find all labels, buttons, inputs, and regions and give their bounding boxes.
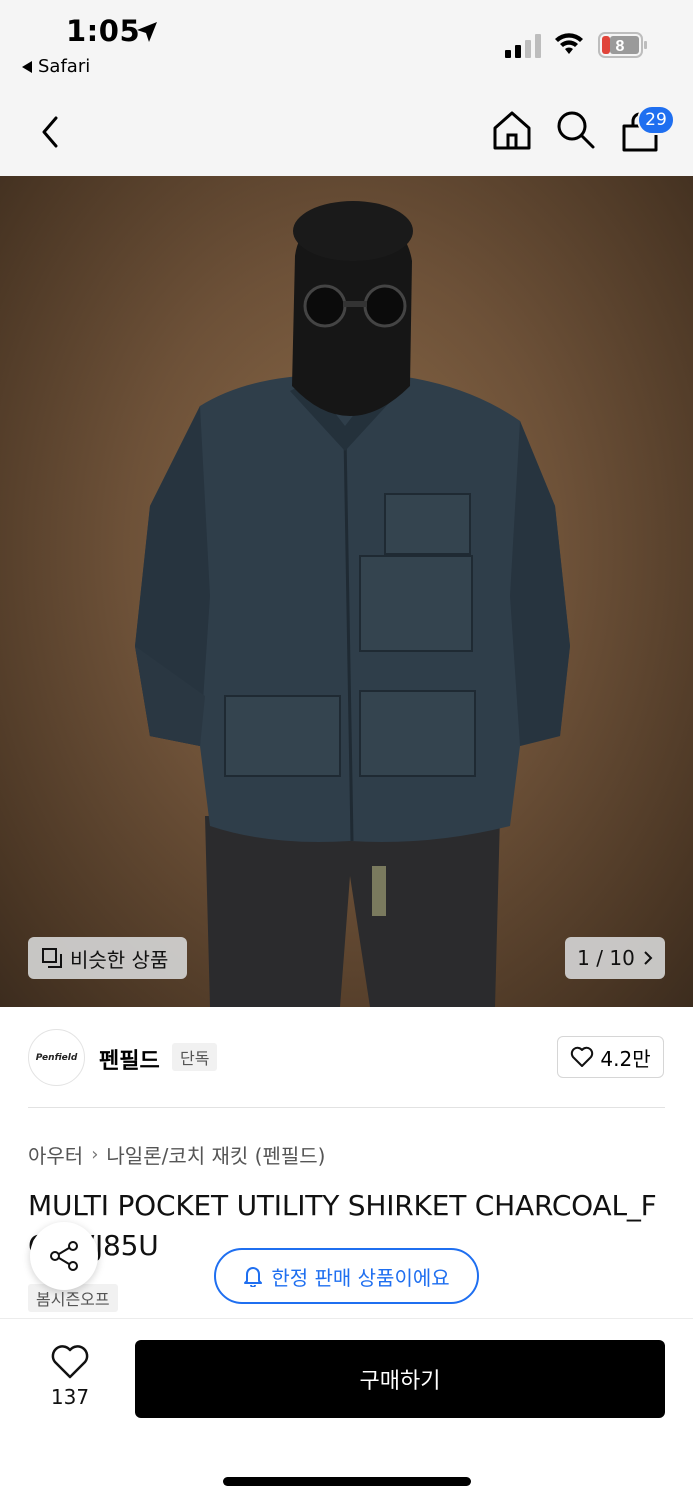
cart-count-badge: 29 [637,105,675,135]
breadcrumb: 아우터 › 나일론/코치 재킷 (펜필드) [28,1140,325,1169]
product-image[interactable] [0,176,693,1007]
brand-like-count: 4.2만 [600,1046,651,1071]
product-photo [135,201,570,1007]
share-button[interactable] [30,1222,98,1290]
status-bar: 1:05 Safari 8 [0,0,693,90]
back-to-app-link[interactable]: Safari [22,56,90,77]
limited-sale-text: 한정 판매 상품이에요 [271,1265,450,1290]
divider [28,1107,665,1108]
back-triangle-icon [22,60,32,73]
brand-logo-text: Penfield [35,1052,78,1063]
image-pager-button[interactable]: 1 / 10 [565,937,665,979]
heart-outline-icon [571,1046,594,1067]
wishlist-heart-icon[interactable] [50,1344,90,1380]
similar-products-icon [42,948,62,968]
wifi-icon [555,33,583,54]
brand-name[interactable]: 펜필드 [99,1043,160,1075]
wishlist-count: 137 [50,1385,90,1409]
image-pager-text: 1 / 10 [577,946,635,970]
breadcrumb-item-subcategory[interactable]: 나일론/코치 재킷 (펜필드) [106,1140,325,1169]
battery-icon: 8 [598,32,647,58]
chevron-right-icon: › [91,1144,99,1165]
limited-sale-notice[interactable]: 한정 판매 상품이에요 [214,1248,479,1304]
share-icon [50,1241,78,1271]
location-arrow-icon [137,22,157,42]
buy-button[interactable]: 구매하기 [135,1340,665,1418]
home-icon[interactable] [490,108,534,152]
chevron-right-icon [644,951,653,965]
brand-logo[interactable]: Penfield [28,1029,85,1086]
home-indicator [223,1477,471,1486]
search-icon[interactable] [555,108,597,152]
bell-icon [244,1267,263,1287]
similar-products-label: 비슷한 상품 [70,947,169,972]
brand-like-button[interactable]: 4.2만 [557,1036,664,1078]
breadcrumb-item-category[interactable]: 아우터 [28,1140,83,1169]
battery-level: 8 [616,38,625,55]
cellular-signal-icon [505,34,541,58]
status-time: 1:05 [66,14,141,48]
back-icon[interactable] [36,112,66,152]
top-nav [0,90,693,176]
similar-products-button[interactable]: 비슷한 상품 [28,937,187,979]
exclusive-tag: 단독 [172,1043,218,1071]
back-app-label: Safari [38,56,91,77]
